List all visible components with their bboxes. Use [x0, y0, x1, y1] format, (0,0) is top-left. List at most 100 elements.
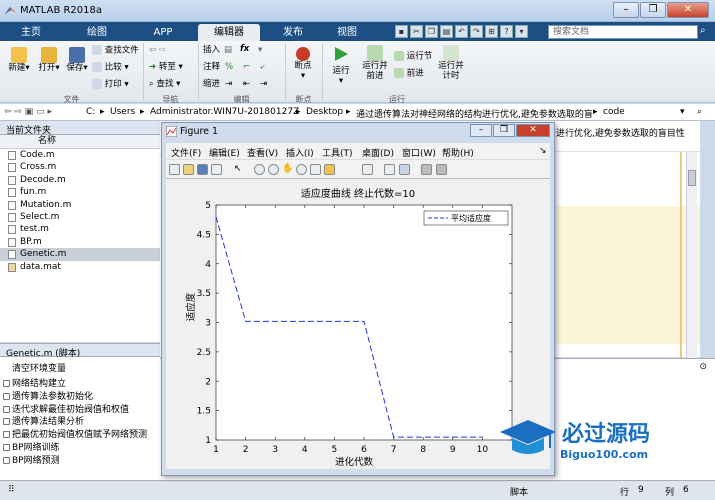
menu-file[interactable]: 文件(F) [171, 146, 201, 159]
section-item[interactable]: BP网络训练 [0, 442, 160, 455]
run-and-time-button[interactable]: 运行并 计时 [436, 45, 466, 81]
name-column-header[interactable]: 名称 [0, 135, 160, 149]
file-item[interactable]: Code.m [0, 149, 160, 161]
new-button[interactable]: 新建▾ [6, 47, 32, 73]
file-item[interactable]: Cross.m [0, 161, 160, 173]
file-item[interactable]: test.m [0, 223, 160, 235]
open-button[interactable]: 打开▾ [36, 47, 62, 73]
help-icon[interactable]: ? [500, 25, 513, 38]
comment-button[interactable]: 注释 [203, 62, 220, 72]
address-bar[interactable]: ⇦ ⇨ ▣ ▭ ▸ C: ▸ Users ▸ Administrator.WIN… [0, 104, 715, 121]
chart[interactable]: 适应度曲线 终止代数=10 1 2 3 4 5 6 7 8 9 10 1 1.5 2 2.5 3 3.5 4 4.… [166, 179, 550, 469]
smart-indent-icon[interactable]: ⇥ [225, 79, 232, 89]
save-button[interactable]: 保存▾ [64, 47, 90, 73]
section-item[interactable]: 遗传算法结果分析 [0, 416, 160, 429]
path-folder[interactable]: 通过遗传算法对神经网络的结构进行优化,避免参数选取的盲目性 [356, 107, 592, 120]
save-figure-icon[interactable] [197, 164, 208, 175]
indent-button[interactable]: 缩进 [203, 79, 220, 89]
figure-close-button[interactable]: ✕ [516, 124, 550, 137]
copy-icon[interactable]: ❐ [425, 25, 438, 38]
tab-home[interactable]: 主页 [8, 24, 54, 41]
menu-insert[interactable]: 插入(I) [286, 146, 314, 159]
menu-help[interactable]: 帮助(H) [442, 146, 474, 159]
path-code[interactable]: code [603, 107, 625, 117]
cut-icon[interactable]: ✂ [410, 25, 423, 38]
tab-apps[interactable]: APP [140, 24, 186, 41]
comment-icon[interactable]: % [225, 62, 233, 72]
print-button[interactable]: 打印 ▾ [92, 79, 129, 90]
legend-icon[interactable] [399, 164, 410, 175]
search-documentation-input[interactable]: 搜索文档 [548, 25, 698, 39]
menu-edit[interactable]: 编辑(E) [209, 146, 240, 159]
scroll-thumb[interactable] [688, 170, 696, 186]
increase-indent-icon[interactable]: ⇥ [260, 79, 267, 89]
nav-arrows[interactable]: ⇦ ⇨ ▣ ▭ ▸ [4, 107, 52, 117]
insert-menu-icon[interactable]: ▾ [258, 45, 262, 55]
decrease-indent-icon[interactable]: ⇤ [243, 79, 250, 89]
path-drive[interactable]: C: [86, 107, 95, 117]
figure-minimize-button[interactable]: – [470, 124, 492, 137]
tab-view[interactable]: 视图 [324, 24, 370, 41]
tab-editor[interactable]: 编辑器 [198, 24, 260, 41]
menu-tools[interactable]: 工具(T) [322, 146, 353, 159]
file-item[interactable]: Decode.m [0, 174, 160, 186]
find-button[interactable]: ⌕ 查找 ▾ [149, 79, 180, 89]
data-cursor-icon[interactable] [310, 164, 321, 175]
find-files-button[interactable]: 查找文件 [92, 45, 139, 56]
insert-button[interactable]: 插入 [203, 45, 220, 55]
rotate-icon[interactable] [296, 164, 307, 175]
open-file-icon[interactable] [183, 164, 194, 175]
redo-icon[interactable]: ↷ [470, 25, 483, 38]
breakpoints-button[interactable]: 断点 ▾ [290, 47, 316, 81]
link-plot-icon[interactable] [362, 164, 373, 175]
file-item[interactable]: Mutation.m [0, 199, 160, 211]
path-user[interactable]: Administrator.WIN7U-20180127Z [150, 107, 299, 117]
file-item-selected[interactable]: Genetic.m [0, 248, 160, 261]
colorbar-icon[interactable] [384, 164, 395, 175]
section-item[interactable]: 遗传算法参数初始化 [0, 391, 160, 404]
file-item[interactable]: fun.m [0, 186, 160, 198]
file-item[interactable]: BP.m [0, 236, 160, 248]
menu-window[interactable]: 窗口(W) [402, 146, 436, 159]
paste-icon[interactable]: ▤ [440, 25, 453, 38]
hide-plot-tools-icon[interactable] [421, 164, 432, 175]
tab-plots[interactable]: 绘图 [74, 24, 120, 41]
back-forward-buttons[interactable]: ⇦ ⇨ [149, 45, 166, 55]
search-icon[interactable]: ⌕ [700, 25, 706, 36]
tab-publish[interactable]: 发布 [270, 24, 316, 41]
figure-maximize-button[interactable]: ❐ [493, 124, 515, 137]
figure-window[interactable]: Figure 1 – ❐ ✕ 文件(F) 编辑(E) 查看(V) 插入(I) 工… [161, 122, 555, 476]
menu-desktop[interactable]: 桌面(D) [362, 146, 394, 159]
goto-button[interactable]: ➜ 转至 ▾ [149, 62, 183, 72]
path-desktop[interactable]: Desktop [306, 107, 343, 117]
run-section-button[interactable]: 运行节 [394, 51, 432, 62]
path-dropdown-icon[interactable]: ▾ [680, 107, 685, 117]
compare-button[interactable]: 比较 ▾ [92, 62, 129, 73]
switch-windows-icon[interactable]: ⊞ [485, 25, 498, 38]
run-and-advance-button[interactable]: 运行并 前进 [358, 45, 392, 81]
section-item[interactable]: BP网络预测 [0, 455, 160, 468]
browse-folder-icon[interactable]: ⌕ [697, 107, 702, 117]
show-plot-tools-icon[interactable] [436, 164, 447, 175]
menu-view[interactable]: 查看(V) [247, 146, 278, 159]
brush-icon[interactable] [324, 164, 335, 175]
uncomment-icon[interactable]: ⌐ [243, 62, 250, 72]
advance-button[interactable]: 前进 [394, 68, 424, 79]
editor-scrollbar[interactable] [686, 152, 697, 358]
pointer-icon[interactable]: ↖ [234, 164, 245, 175]
section-item[interactable]: 把最优初始阀值权值赋予网络预测 [0, 429, 160, 442]
close-button[interactable]: ✕ [667, 2, 709, 18]
maximize-button[interactable]: ❐ [640, 2, 666, 18]
insert-section-icon[interactable]: ▤ [224, 45, 232, 55]
undo-icon[interactable]: ↶ [455, 25, 468, 38]
save-icon[interactable]: ▪ [395, 25, 408, 38]
section-item[interactable]: 迭代求解最佳初始阀值和权值 [0, 404, 160, 417]
path-users[interactable]: Users [110, 107, 135, 117]
run-button[interactable]: 运行 ▾ [328, 45, 354, 86]
zoom-in-icon[interactable] [254, 164, 265, 175]
section-item[interactable]: 网络结构建立 [0, 378, 160, 391]
file-item[interactable]: data.mat [0, 261, 160, 273]
zoom-out-icon[interactable] [268, 164, 279, 175]
wrap-comments-icon[interactable]: ⤶ [260, 62, 265, 72]
plot-area[interactable]: 适应度曲线 终止代数=10 1 2 3 4 5 6 7 8 9 10 1 1.5 2 2.5 3 3.5 4 4.… [166, 179, 550, 469]
